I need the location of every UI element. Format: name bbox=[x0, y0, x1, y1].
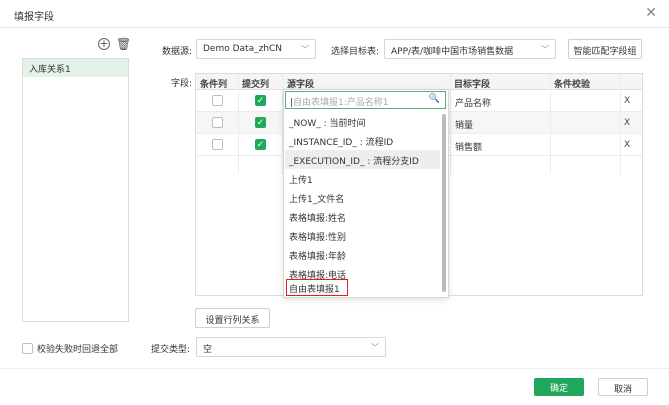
col-submit: 提交列 bbox=[242, 80, 270, 90]
set-row-relation-button[interactable]: 设置行列关系 bbox=[195, 308, 270, 328]
column-divider bbox=[620, 74, 621, 174]
chevron-down-icon: ﹀ bbox=[541, 45, 549, 54]
column-divider bbox=[450, 74, 451, 174]
target-field: 销售额 bbox=[455, 143, 483, 153]
option-table-age[interactable]: 表格填报:年龄 bbox=[285, 245, 440, 264]
submit-checkbox[interactable]: ✓ bbox=[255, 95, 266, 106]
target-field: 产品名称 bbox=[455, 99, 492, 109]
smart-match-button[interactable]: 智能匹配字段组 bbox=[568, 39, 642, 59]
close-icon[interactable]: ✕ bbox=[645, 5, 657, 21]
chevron-down-icon: ﹀ bbox=[301, 45, 309, 54]
target-table-value: APP/表/咖啡中国市场销售数据 bbox=[391, 47, 514, 57]
target-table-select[interactable]: APP/表/咖啡中国市场销售数据 ﹀ bbox=[384, 39, 556, 59]
option-table-name[interactable]: 表格填报:姓名 bbox=[285, 207, 440, 226]
rollback-option[interactable]: 校验失败时回退全部 bbox=[22, 342, 118, 355]
rollback-checkbox[interactable] bbox=[22, 343, 33, 354]
condition-checkbox[interactable] bbox=[212, 139, 223, 150]
col-target: 目标字段 bbox=[454, 80, 491, 90]
datasource-select[interactable]: Demo Data_zhCN ﹀ bbox=[196, 39, 316, 59]
submit-checkbox[interactable]: ✓ bbox=[255, 117, 266, 128]
option-table-gender[interactable]: 表格填报:性别 bbox=[285, 226, 440, 245]
datasource-label: 数据源: bbox=[162, 47, 193, 57]
fill-fields-dialog: 填报字段 ✕ + 🗑 入库关系1 数据源: Demo Data_zhCN ﹀ 选… bbox=[0, 0, 669, 405]
delete-row-icon[interactable]: X bbox=[624, 118, 630, 128]
column-divider bbox=[238, 74, 239, 174]
dialog-title-bar: 填报字段 ✕ bbox=[0, 0, 669, 28]
option-now[interactable]: _NOW_ : 当前时间 bbox=[285, 112, 440, 131]
delete-row-icon[interactable]: X bbox=[624, 140, 630, 150]
fields-label: 字段: bbox=[171, 79, 193, 89]
table-header: 条件列 提交列 源字段 目标字段 条件校验 bbox=[196, 74, 642, 90]
option-free-table[interactable]: 自由表填报1 bbox=[285, 278, 349, 297]
submit-type-label: 提交类型: bbox=[151, 345, 191, 355]
target-table-label: 选择目标表: bbox=[331, 47, 380, 57]
delete-relation-icon[interactable]: 🗑 bbox=[116, 38, 131, 50]
chevron-down-icon: ﹀ bbox=[371, 343, 379, 352]
col-condition: 条件列 bbox=[200, 80, 228, 90]
relation-item[interactable]: 入库关系1 bbox=[23, 59, 128, 77]
rollback-label: 校验失败时回退全部 bbox=[37, 345, 119, 355]
search-placeholder: 自由表填报1:产品名称1 bbox=[293, 98, 389, 108]
submit-checkbox[interactable]: ✓ bbox=[255, 139, 266, 150]
datasource-value: Demo Data_zhCN bbox=[203, 44, 283, 54]
dialog-title: 填报字段 bbox=[14, 12, 54, 23]
source-field-dropdown: |自由表填报1:产品名称1 🔍 _NOW_ : 当前时间 _INSTANCE_I… bbox=[283, 89, 449, 298]
delete-row-icon[interactable]: X bbox=[624, 96, 630, 106]
condition-checkbox[interactable] bbox=[212, 95, 223, 106]
option-execution-id[interactable]: _EXECUTION_ID_ : 流程分支ID bbox=[285, 150, 440, 169]
condition-checkbox[interactable] bbox=[212, 117, 223, 128]
col-validation: 条件校验 bbox=[554, 80, 591, 90]
search-icon: 🔍 bbox=[428, 94, 440, 104]
add-relation-icon[interactable]: + bbox=[98, 38, 110, 50]
footer-divider bbox=[0, 368, 669, 369]
submit-type-select[interactable]: 空 ﹀ bbox=[196, 337, 386, 357]
source-field-search-input[interactable]: |自由表填报1:产品名称1 🔍 bbox=[285, 91, 446, 109]
cancel-button[interactable]: 取消 bbox=[598, 378, 648, 396]
option-instance-id[interactable]: _INSTANCE_ID_ : 流程ID bbox=[285, 131, 440, 150]
dropdown-scrollbar[interactable] bbox=[442, 114, 446, 292]
ok-button[interactable]: 确定 bbox=[534, 378, 584, 396]
target-field: 销量 bbox=[455, 121, 474, 131]
option-upload[interactable]: 上传1 bbox=[285, 169, 440, 188]
submit-type-value: 空 bbox=[203, 345, 213, 355]
column-divider bbox=[550, 74, 551, 174]
option-upload-filename[interactable]: 上传1_文件名 bbox=[285, 188, 440, 207]
relation-list: 入库关系1 bbox=[22, 58, 129, 322]
